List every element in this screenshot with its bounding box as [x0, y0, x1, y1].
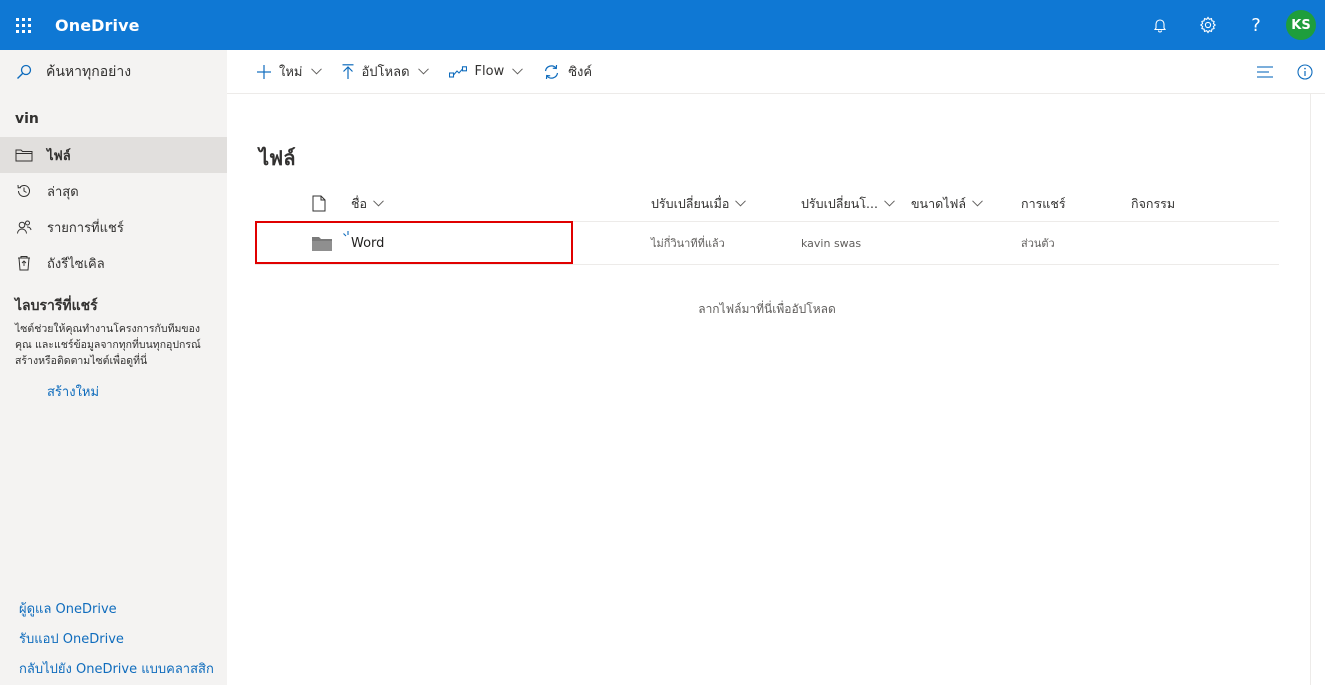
shared-libraries-description: ไซต์ช่วยให้คุณทำงานโครงการกับทีมของคุณ แ…: [15, 323, 201, 367]
sidebar-item-label: ล่าสุด: [47, 184, 79, 200]
nav-user-name: vin: [15, 111, 39, 127]
search-box[interactable]: ค้นหาทุกอย่าง: [0, 50, 227, 94]
avatar[interactable]: KS: [1286, 10, 1316, 40]
flow-label: Flow: [474, 64, 505, 79]
file-type-column-header[interactable]: [312, 186, 326, 221]
search-label: ค้นหาทุกอย่าง: [46, 64, 132, 80]
chevron-down-icon: [735, 200, 747, 207]
column-header-name[interactable]: ชื่อ: [351, 186, 384, 221]
chevron-down-icon: [884, 200, 895, 207]
modified-by-cell: kavin swas: [801, 236, 862, 250]
shared-libraries-title: ไลบรารีที่แชร์: [15, 298, 98, 314]
vertical-scrollbar[interactable]: [1310, 94, 1311, 685]
file-name-wrap: Word: [343, 230, 384, 251]
onedrive-admin-link[interactable]: ผู้ดูแล OneDrive: [19, 595, 227, 625]
chevron-down-icon: [512, 68, 524, 75]
get-app-link[interactable]: รับแอป OneDrive: [19, 625, 227, 655]
bell-icon: [1153, 19, 1167, 33]
sidebar-item-label: ถังรีไซเคิล: [47, 256, 105, 272]
flow-icon: [448, 65, 467, 78]
sharing-cell: ส่วนตัว: [1021, 237, 1055, 250]
column-header-label: ปรับเปลี่ยนโ...: [801, 195, 878, 211]
sidebar-item-label: ไฟล์: [47, 148, 71, 164]
column-header-activity[interactable]: กิจกรรม: [1131, 186, 1175, 221]
plus-icon: [257, 64, 271, 79]
app-launcher-button[interactable]: [0, 0, 46, 50]
column-header-label: ปรับเปลี่ยนเมื่อ: [651, 195, 730, 211]
chevron-down-icon: [310, 68, 322, 75]
document-icon: [312, 195, 326, 212]
view-list-icon: [1257, 66, 1273, 78]
column-header-modified[interactable]: ปรับเปลี่ยนเมื่อ: [651, 186, 747, 221]
sidebar-item-files[interactable]: ไฟล์: [0, 137, 227, 173]
recent-icon: [17, 184, 30, 197]
drop-hint: ลากไฟล์มาที่นี่เพื่ออัปโหลด: [698, 302, 836, 316]
new-item-icon: [343, 230, 349, 236]
file-name[interactable]: Word: [351, 236, 384, 251]
left-nav: ค้นหาทุกอย่าง vin ไฟล์ ล่าสุด รายการที่แ…: [0, 50, 227, 685]
gear-icon: [1199, 16, 1217, 34]
sidebar-item-recent[interactable]: ล่าสุด: [0, 173, 227, 209]
column-header-modified-by[interactable]: ปรับเปลี่ยนโ...: [801, 186, 895, 221]
new-label: ใหม่: [279, 65, 303, 80]
upload-button[interactable]: อัปโหลด: [336, 50, 435, 94]
table-row[interactable]: Word ไม่กี่วินาทีที่แล้ว kavin swas ส่วน…: [255, 222, 1279, 265]
shared-icon: [17, 220, 32, 234]
sidebar-item-label: รายการที่แชร์: [47, 220, 124, 236]
command-bar: ใหม่ อัปโหลด Flow ซิงค์: [227, 50, 1325, 94]
file-type-cell: [312, 222, 332, 264]
classic-onedrive-link[interactable]: กลับไปยัง OneDrive แบบคลาสสิก: [19, 655, 227, 685]
file-name-cell[interactable]: Word: [343, 222, 384, 264]
app-title[interactable]: OneDrive: [55, 16, 140, 35]
search-icon: [17, 64, 32, 79]
waffle-icon: [15, 17, 31, 33]
notifications-button[interactable]: [1136, 0, 1184, 50]
column-header-label: ชื่อ: [351, 195, 367, 211]
nav-footer-links: ผู้ดูแล OneDrive รับแอป OneDrive กลับไปย…: [0, 595, 227, 685]
column-header-file-size[interactable]: ขนาดไฟล์: [911, 186, 983, 221]
page-title: ไฟล์: [259, 146, 296, 170]
help-icon: ?: [1251, 14, 1261, 36]
folder-icon: [312, 236, 332, 251]
file-list: ชื่อ ปรับเปลี่ยนเมื่อ ปรับเปลี่ยนโ... ขน…: [255, 186, 1279, 265]
new-button[interactable]: ใหม่: [251, 50, 328, 94]
column-header-label: กิจกรรม: [1131, 195, 1176, 211]
recycle-bin-icon: [18, 256, 30, 271]
column-header-sharing[interactable]: การแชร์: [1021, 186, 1066, 221]
upload-label: อัปโหลด: [361, 65, 410, 80]
suite-header: OneDrive ? KS: [0, 0, 1325, 50]
info-pane-button[interactable]: [1285, 50, 1325, 94]
sidebar-item-recycle-bin[interactable]: ถังรีไซเคิล: [0, 245, 227, 281]
upload-icon: [342, 64, 353, 79]
sidebar-item-shared[interactable]: รายการที่แชร์: [0, 209, 227, 245]
settings-button[interactable]: [1184, 0, 1232, 50]
info-icon: [1297, 64, 1313, 80]
column-header-label: ขนาดไฟล์: [911, 195, 967, 211]
chevron-down-icon: [417, 68, 429, 75]
chevron-down-icon: [373, 200, 384, 207]
modified-cell: ไม่กี่วินาทีที่แล้ว: [651, 237, 725, 250]
sync-icon: [545, 64, 559, 79]
sync-button[interactable]: ซิงค์: [537, 50, 598, 94]
chevron-down-icon: [972, 200, 983, 207]
help-button[interactable]: ?: [1232, 0, 1280, 50]
list-header: ชื่อ ปรับเปลี่ยนเมื่อ ปรับเปลี่ยนโ... ขน…: [255, 186, 1279, 222]
flow-button[interactable]: Flow: [443, 50, 530, 94]
view-options-button[interactable]: [1245, 50, 1285, 94]
create-site-link[interactable]: สร้างใหม่: [0, 369, 227, 402]
folder-icon: [15, 149, 33, 162]
sync-label: ซิงค์: [568, 65, 593, 80]
column-header-label: การแชร์: [1021, 195, 1066, 211]
